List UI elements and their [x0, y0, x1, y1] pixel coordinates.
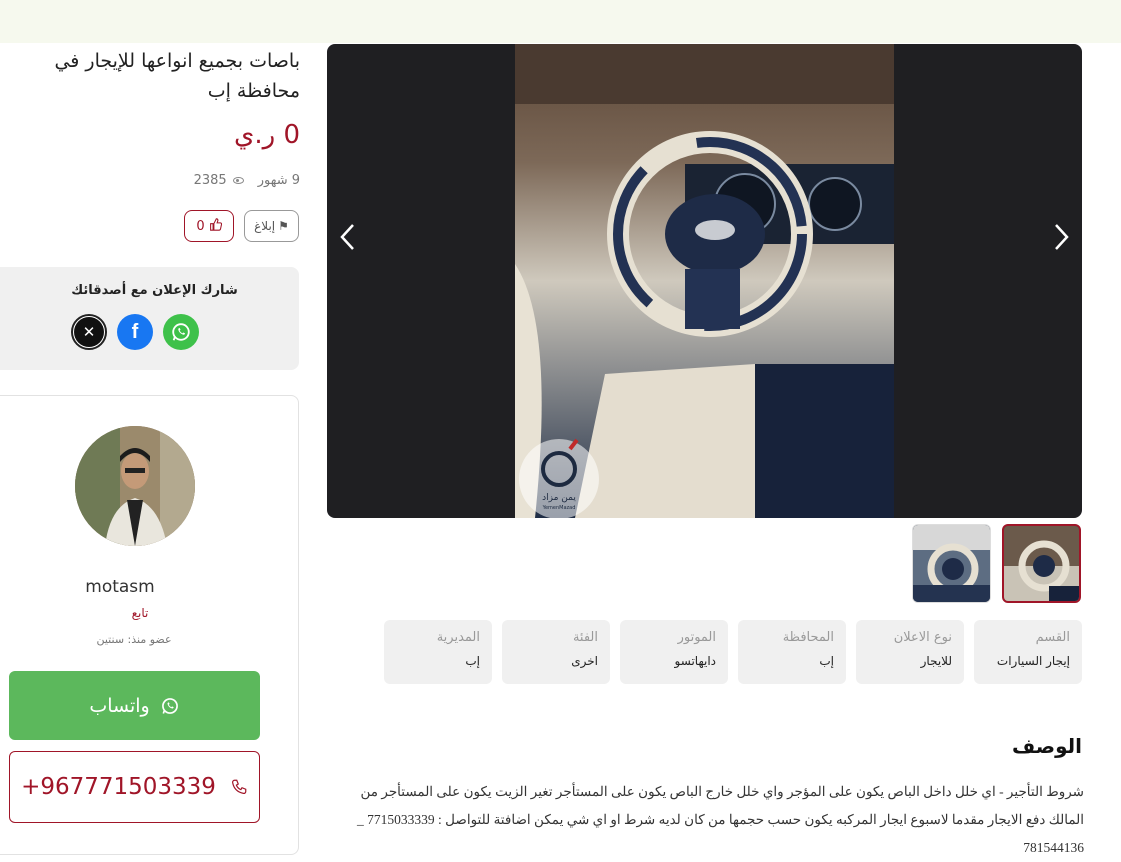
watermark-english: YemenMazad	[542, 505, 576, 511]
x-logo-icon: ✕	[74, 317, 104, 347]
spec-category: القسم إيجار السيارات	[974, 620, 1082, 684]
spec-district: المديرية إب	[384, 620, 492, 684]
thumbs-up-icon	[209, 217, 222, 235]
gallery-next-button[interactable]	[1052, 222, 1072, 252]
spec-class: الفئة اخرى	[502, 620, 610, 684]
whatsapp-share-button[interactable]	[163, 314, 199, 350]
report-button[interactable]: ⚑ إبلاغ	[244, 210, 299, 242]
chevron-right-icon	[1055, 224, 1069, 250]
gallery-thumbnail-selected[interactable]	[1002, 524, 1081, 603]
spec-make: الموتور دايهاتسو	[620, 620, 728, 684]
image-gallery[interactable]: يمن مزاد YemenMazad	[327, 44, 1082, 518]
description-text: شروط التأجير - اي خلل داخل الباص يكون عل…	[357, 784, 1084, 855]
share-title: شارك الإعلان مع أصدقائك	[71, 283, 238, 298]
whatsapp-icon	[161, 697, 178, 714]
top-bar	[0, 0, 1121, 43]
avatar[interactable]	[75, 426, 195, 546]
member-since: عضو منذ: سنتين	[96, 633, 172, 646]
like-button[interactable]: 0	[184, 210, 234, 242]
watermark-arabic: يمن مزاد	[542, 493, 576, 503]
chevron-left-icon	[340, 224, 354, 250]
listing-title: باصات بجميع انواعها للإيجار في محافظة إب	[54, 50, 300, 102]
listing-meta: 9 شهور 2385	[150, 173, 300, 188]
flag-icon: ⚑	[278, 219, 289, 233]
gallery-prev-button[interactable]	[337, 222, 357, 252]
eye-icon	[232, 177, 244, 184]
whatsapp-icon	[172, 323, 190, 341]
share-panel: شارك الإعلان مع أصدقائك ✕ f	[0, 267, 299, 370]
phone-icon	[231, 779, 247, 795]
x-share-button[interactable]: ✕	[71, 314, 107, 350]
facebook-icon: f	[131, 320, 139, 343]
gallery-thumbnail[interactable]	[912, 524, 991, 603]
phone-contact-button[interactable]: +967771503339	[9, 751, 260, 823]
whatsapp-contact-button[interactable]: واتساب	[9, 671, 260, 740]
follow-link[interactable]: تابع	[60, 606, 220, 620]
seller-username: motasm	[85, 577, 155, 597]
phone-number: +967771503339	[21, 774, 216, 800]
view-count: 2385	[194, 173, 244, 188]
description-title: الوصف	[1011, 734, 1082, 758]
spec-governorate: المحافظة إب	[738, 620, 846, 684]
spec-ad-type: نوع الاعلان للايجار	[856, 620, 964, 684]
facebook-share-button[interactable]: f	[117, 314, 153, 350]
listing-age: 9 شهور	[257, 173, 300, 188]
main-photo: يمن مزاد YemenMazad	[515, 44, 894, 518]
listing-price: 0 ر.ي	[234, 120, 300, 150]
